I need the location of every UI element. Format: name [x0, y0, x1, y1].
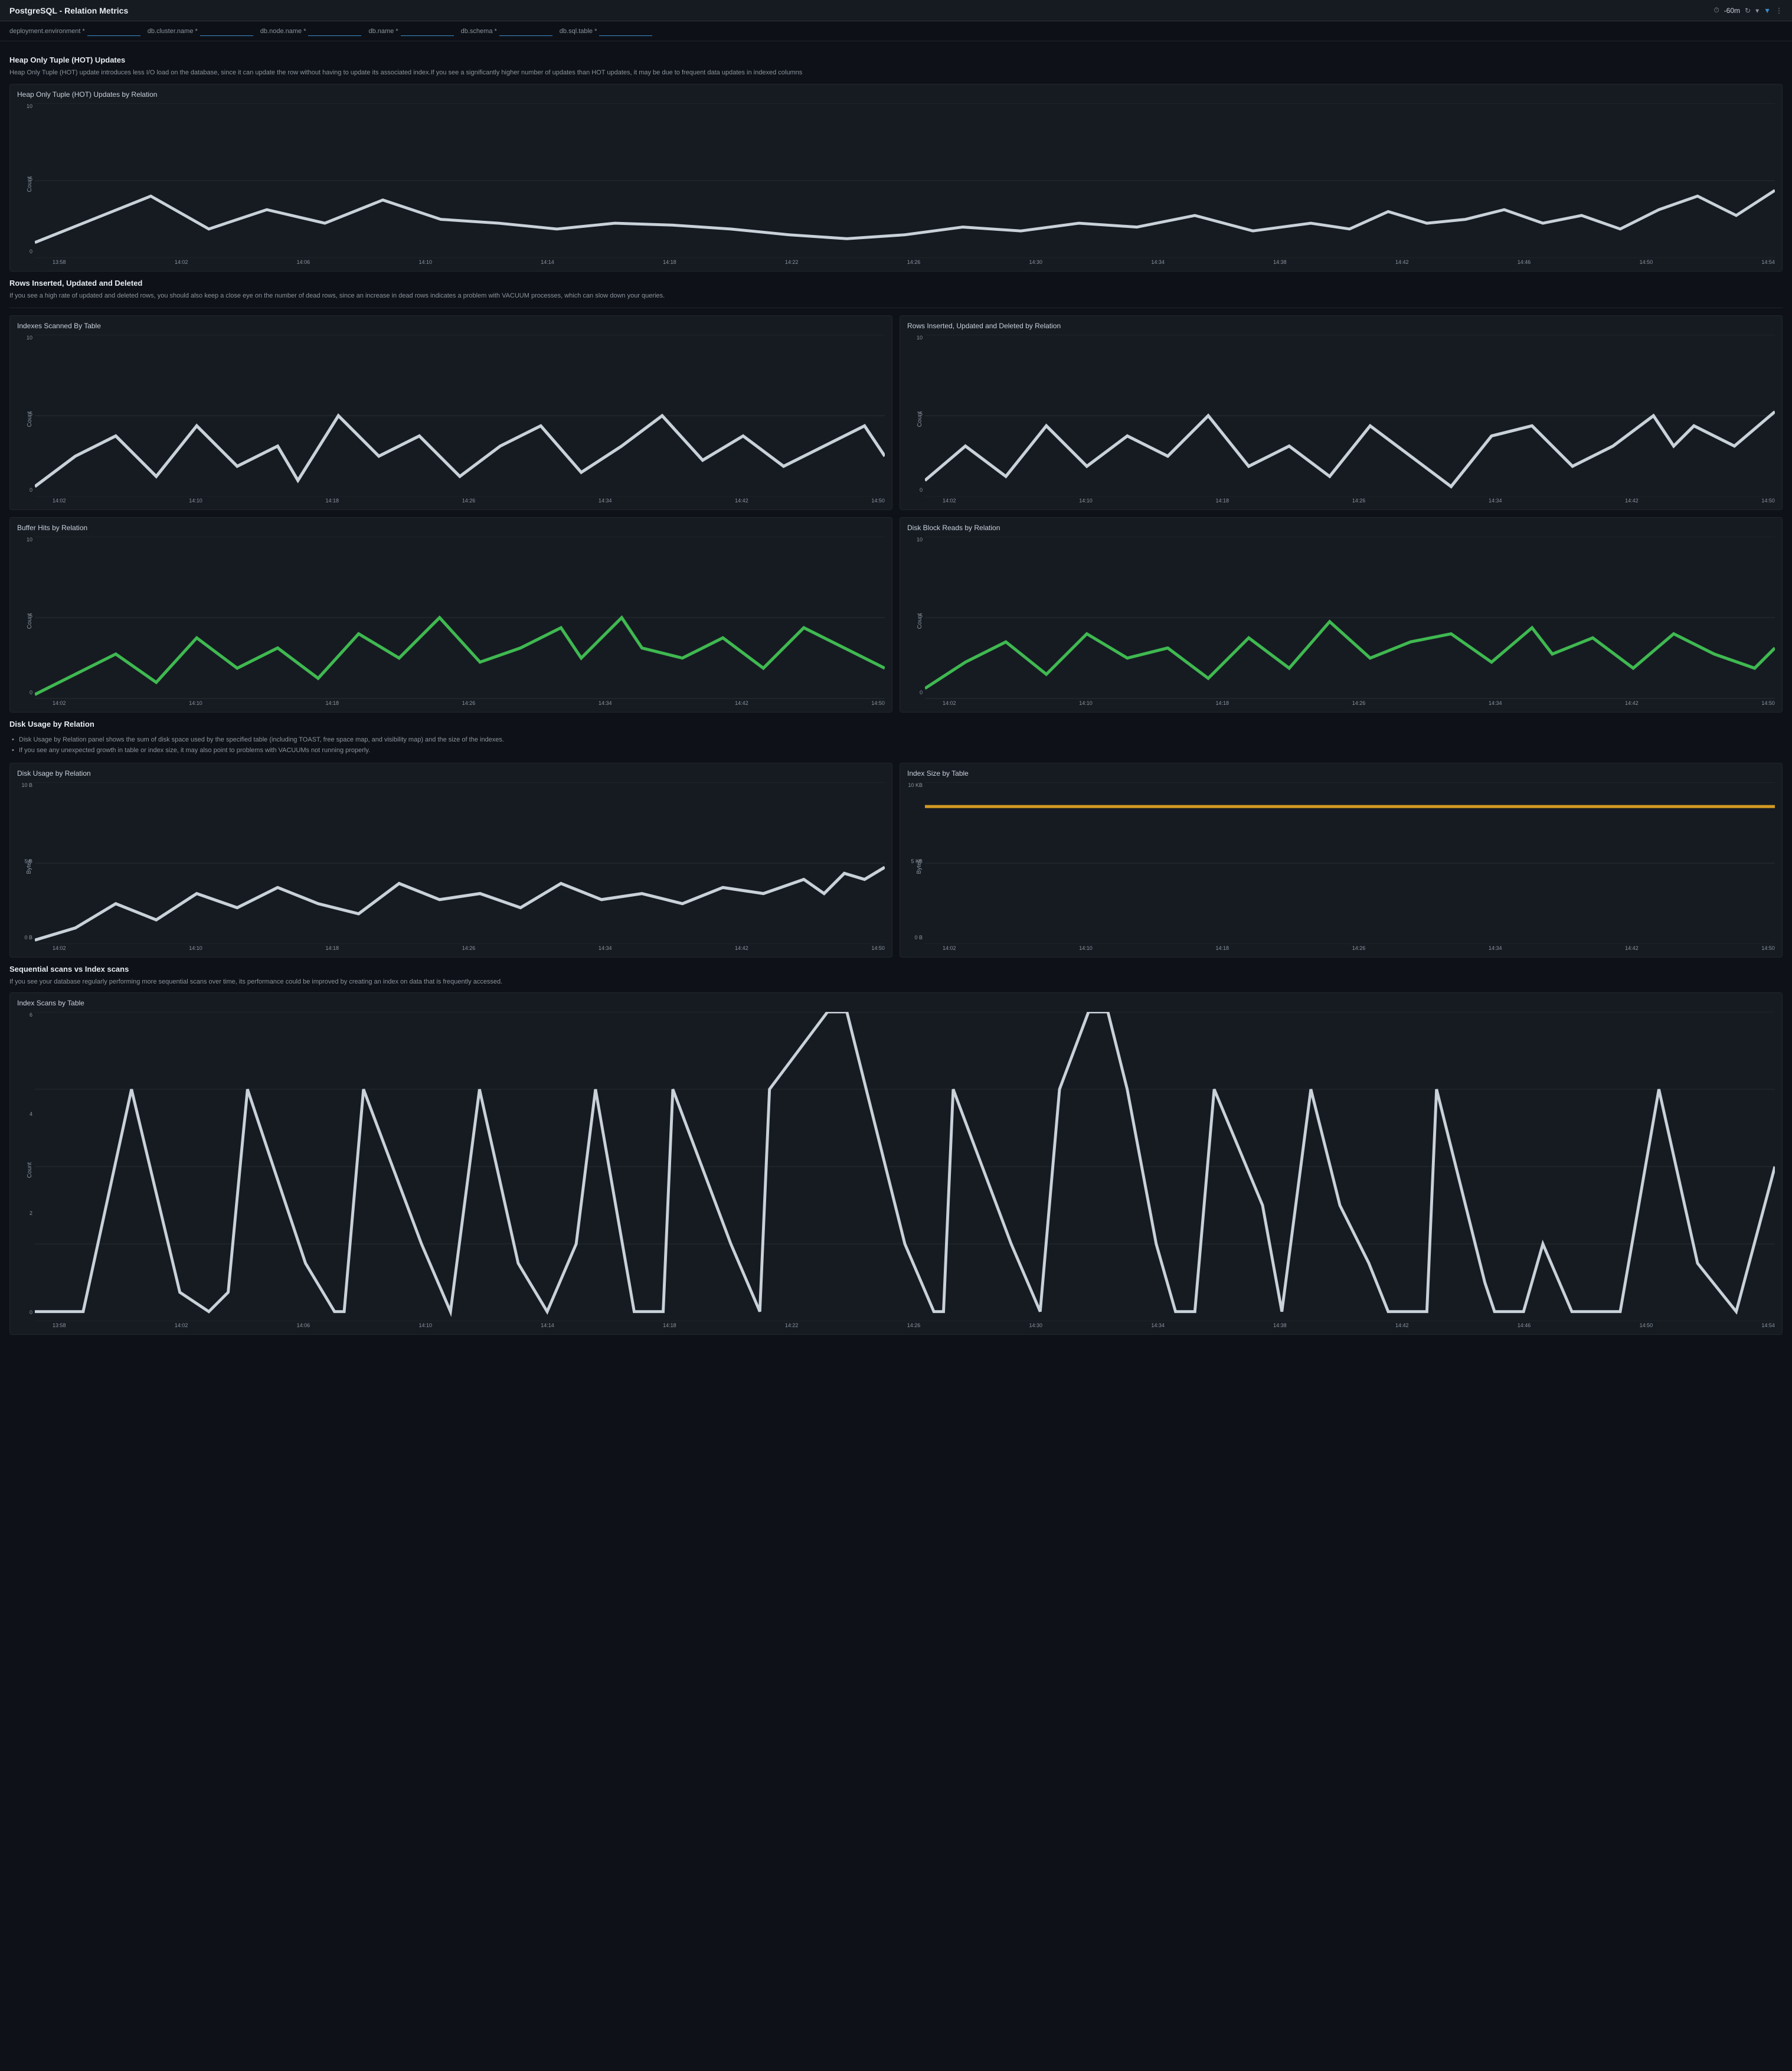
filter-db-node-name-label: db.node.name * [260, 28, 306, 35]
filter-db-name-input[interactable] [401, 26, 454, 36]
filter-icon[interactable]: ▼ [1764, 6, 1771, 15]
hot-updates-svg [35, 103, 1775, 258]
indexes-scanned-title: Indexes Scanned By Table [17, 322, 885, 330]
refresh-icon[interactable]: ↻ [1745, 6, 1751, 15]
rows-by-relation-y-label: Count [917, 411, 923, 427]
hot-updates-chart-area: 10 5 0 Count 13:58 14:02 14:06 [17, 103, 1775, 265]
filter-deployment-environment-label: deployment.environment * [9, 28, 85, 35]
hot-updates-chart-container: Count 13:58 14:02 14:06 14:10 14:14 14:1… [35, 103, 1775, 265]
filter-db-schema-label: db.schema * [461, 28, 497, 35]
disk-usage-chart-title: Disk Usage by Relation [17, 769, 885, 778]
filter-deployment-environment: deployment.environment * [9, 26, 140, 36]
index-size-container: Bytes 14:02 14:10 14:18 14:26 14:34 [925, 782, 1775, 951]
filter-db-sql-table-input[interactable] [599, 26, 652, 36]
filter-bar: deployment.environment * db.cluster.name… [0, 21, 1792, 41]
buffer-hits-svg [35, 537, 885, 698]
disk-block-reads-y-label: Count [917, 613, 923, 629]
disk-usage-bullet-2: If you see any unexpected growth in tabl… [9, 745, 1783, 756]
sequential-section-description: If you see your database regularly perfo… [9, 977, 1783, 987]
disk-block-reads-panel: Disk Block Reads by Relation 10 5 0 Coun… [900, 517, 1783, 712]
disk-usage-chart-area: 10 B 5 B 0 B Bytes 14:02 14:10 [17, 782, 885, 951]
disk-block-reads-svg [925, 537, 1775, 698]
rows-section-title: Rows Inserted, Updated and Deleted [9, 279, 1783, 288]
index-scans-x-axis: 13:58 14:02 14:06 14:10 14:14 14:18 14:2… [53, 1322, 1775, 1328]
filter-db-node-name-input[interactable] [308, 26, 361, 36]
charts-row-3: Disk Usage by Relation 10 B 5 B 0 B Byte… [9, 763, 1783, 958]
filter-db-cluster-name-input[interactable] [200, 26, 253, 36]
index-scans-by-table-panel: Index Scans by Table 6 4 2 0 Count [9, 992, 1783, 1335]
time-range[interactable]: -60m [1724, 6, 1740, 15]
index-size-area: 10 KB 5 KB 0 B Bytes 14:02 14: [907, 782, 1775, 951]
rows-by-relation-x-axis: 14:02 14:10 14:18 14:26 14:34 14:42 14:5… [943, 498, 1775, 504]
index-scans-by-table-area: 6 4 2 0 Count 13:58 [17, 1012, 1775, 1328]
index-scans-container: Count 13:58 14:02 14:06 14:10 14:14 [35, 1012, 1775, 1328]
disk-usage-bullet-1: Disk Usage by Relation panel shows the s… [9, 734, 1783, 745]
rows-by-relation-title: Rows Inserted, Updated and Deleted by Re… [907, 322, 1775, 330]
indexes-scanned-panel: Indexes Scanned By Table 10 5 0 Count [9, 315, 892, 510]
buffer-hits-title: Buffer Hits by Relation [17, 524, 885, 532]
charts-row-2: Buffer Hits by Relation 10 5 0 Count [9, 517, 1783, 712]
hot-updates-description: Heap Only Tuple (HOT) update introduces … [9, 68, 1783, 78]
disk-usage-y-label: Bytes [26, 859, 32, 874]
filter-db-cluster-name-label: db.cluster.name * [148, 28, 198, 35]
chevron-down-icon[interactable]: ▾ [1755, 6, 1759, 15]
indexes-scanned-x-axis: 14:02 14:10 14:18 14:26 14:34 14:42 14:5… [53, 498, 885, 504]
filter-db-cluster-name: db.cluster.name * [148, 26, 253, 36]
buffer-hits-container: Count 14:02 14:10 14:18 14:26 14:34 14:4… [35, 537, 885, 705]
rows-by-relation-area: 10 5 0 Count 14:02 14:10 14:18 [907, 335, 1775, 504]
indexes-scanned-area: 10 5 0 Count 14:02 14:10 14:18 [17, 335, 885, 504]
indexes-scanned-y-label: Count [27, 411, 33, 427]
rows-section-description: If you see a high rate of updated and de… [9, 291, 1783, 301]
filter-db-schema-input[interactable] [499, 26, 552, 36]
index-scans-svg [35, 1012, 1775, 1321]
index-size-panel: Index Size by Table 10 KB 5 KB 0 B Bytes [900, 763, 1783, 958]
filter-db-name-label: db.name * [368, 28, 398, 35]
hot-updates-chart-title: Heap Only Tuple (HOT) Updates by Relatio… [17, 90, 1775, 99]
main-content: Heap Only Tuple (HOT) Updates Heap Only … [0, 41, 1792, 1349]
disk-block-reads-area: 10 5 0 Count 14:02 14:10 14:18 [907, 537, 1775, 705]
filter-db-name: db.name * [368, 26, 453, 36]
disk-block-reads-container: Count 14:02 14:10 14:18 14:26 14:34 14:4… [925, 537, 1775, 705]
disk-block-reads-x-axis: 14:02 14:10 14:18 14:26 14:34 14:42 14:5… [943, 700, 1775, 706]
index-scans-y-label: Count [27, 1162, 33, 1178]
disk-usage-section-title: Disk Usage by Relation [9, 720, 1783, 729]
clock-icon: ⏱ [1713, 6, 1719, 15]
filter-db-sql-table: db.sql.table * [560, 26, 653, 36]
hot-updates-y-label: Count [27, 176, 33, 192]
hot-updates-x-axis: 13:58 14:02 14:06 14:10 14:14 14:18 14:2… [53, 259, 1775, 265]
header: PostgreSQL - Relation Metrics ⏱ -60m ↻ ▾… [0, 0, 1792, 21]
buffer-hits-y-label: Count [27, 613, 33, 629]
filter-deployment-environment-input[interactable] [87, 26, 140, 36]
hot-updates-title: Heap Only Tuple (HOT) Updates [9, 55, 1783, 64]
disk-block-reads-title: Disk Block Reads by Relation [907, 524, 1775, 532]
disk-usage-svg [35, 782, 885, 944]
filter-db-schema: db.schema * [461, 26, 552, 36]
indexes-scanned-svg [35, 335, 885, 496]
index-scans-by-table-title: Index Scans by Table [17, 999, 1775, 1007]
settings-icon[interactable]: ⋮ [1775, 6, 1783, 15]
rows-by-relation-container: Count 14:02 14:10 14:18 14:26 14:34 14:4… [925, 335, 1775, 504]
index-size-y-label: Bytes [916, 859, 923, 874]
disk-usage-x-axis: 14:02 14:10 14:18 14:26 14:34 14:42 14:5… [53, 945, 885, 951]
filter-db-node-name: db.node.name * [260, 26, 362, 36]
disk-usage-chart-panel: Disk Usage by Relation 10 B 5 B 0 B Byte… [9, 763, 892, 958]
index-size-svg [925, 782, 1775, 944]
disk-usage-chart-container: Bytes 14:02 14:10 14:18 14:26 14:34 14:4… [35, 782, 885, 951]
rows-by-relation-panel: Rows Inserted, Updated and Deleted by Re… [900, 315, 1783, 510]
indexes-scanned-container: Count 14:02 14:10 14:18 14:26 14:34 14:4… [35, 335, 885, 504]
hot-updates-chart-panel: Heap Only Tuple (HOT) Updates by Relatio… [9, 84, 1783, 272]
page-title: PostgreSQL - Relation Metrics [9, 6, 128, 15]
buffer-hits-area: 10 5 0 Count 14:02 14:10 14:18 [17, 537, 885, 705]
buffer-hits-panel: Buffer Hits by Relation 10 5 0 Count [9, 517, 892, 712]
disk-usage-bullets: Disk Usage by Relation panel shows the s… [9, 732, 1783, 758]
filter-db-sql-table-label: db.sql.table * [560, 28, 597, 35]
sequential-section-title: Sequential scans vs Index scans [9, 965, 1783, 974]
charts-row-1: Indexes Scanned By Table 10 5 0 Count [9, 315, 1783, 510]
index-size-title: Index Size by Table [907, 769, 1775, 778]
buffer-hits-x-axis: 14:02 14:10 14:18 14:26 14:34 14:42 14:5… [53, 700, 885, 706]
rows-by-relation-svg [925, 335, 1775, 496]
header-controls: ⏱ -60m ↻ ▾ ▼ ⋮ [1713, 6, 1783, 15]
index-size-x-axis: 14:02 14:10 14:18 14:26 14:34 14:42 14:5… [943, 945, 1775, 951]
